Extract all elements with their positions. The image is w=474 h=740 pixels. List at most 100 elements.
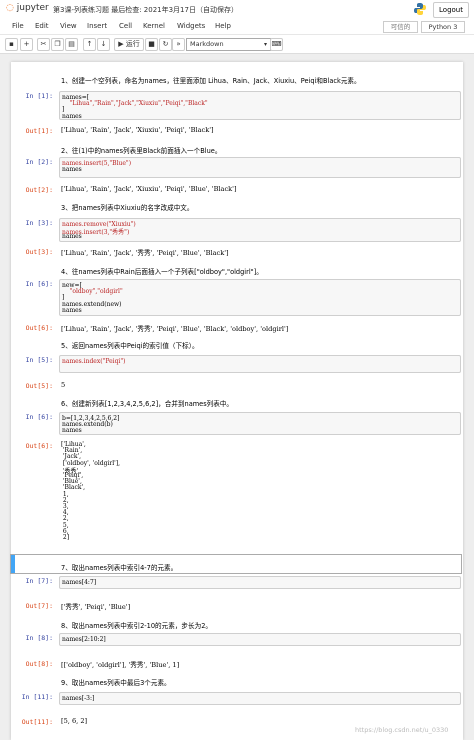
output-line: 2] <box>61 534 70 541</box>
watermark: https://blog.csdn.net/u_0330 <box>355 726 449 734</box>
input-prompt: In [7]: <box>25 577 53 585</box>
code-line: names[2:10:2] <box>62 636 106 643</box>
insert-cell-button[interactable]: + <box>20 38 33 51</box>
restart-run-all-button[interactable]: » <box>172 38 185 51</box>
stop-icon: ■ <box>148 40 155 48</box>
selected-cell-border[interactable] <box>10 554 462 574</box>
code-line: names <box>62 233 82 241</box>
output-prompt: Out[2]: <box>25 186 53 194</box>
markdown-cell[interactable]: 5、返回names列表中Peiqi的索引值（下标）。 <box>61 340 199 350</box>
move-up-button[interactable]: ↑ <box>83 38 96 51</box>
menu-kernel[interactable]: Kernel <box>143 22 165 30</box>
output-prompt: Out[3]: <box>25 248 53 256</box>
copy-icon: ❐ <box>54 40 61 48</box>
output-line: [['oldboy', 'oldgirl'], '秀秀', 'Blue', 1] <box>61 661 180 669</box>
output-prompt: Out[6]: <box>25 442 53 450</box>
logo-text: jupyter <box>16 3 49 13</box>
trusted-indicator[interactable]: 可信的 <box>383 21 418 33</box>
input-prompt: In [5]: <box>25 356 53 364</box>
move-down-button[interactable]: ↓ <box>97 38 110 51</box>
notebook-title[interactable]: 第3课-列表练习题 最后检查: 2021年3月17日（自动保存） <box>53 5 238 15</box>
notebook-header: ◌ jupyter 第3课-列表练习题 最后检查: 2021年3月17日（自动保… <box>0 0 474 19</box>
markdown-cell[interactable]: 2、往(1)中的names列表里Black前面插入一个Blue。 <box>61 145 221 155</box>
code-input[interactable]: names[2:10:2] <box>59 633 461 646</box>
code-input[interactable]: b=[1,2,3,4,2,5,6,2] names.extend(b) names <box>59 412 461 435</box>
code-line: names <box>62 306 82 314</box>
markdown-cell[interactable]: 1、创建一个空列表，命名为names，往里面添加 Lihua、Rain、Jack… <box>61 75 361 85</box>
keyboard-icon: ⌨ <box>271 40 282 48</box>
markdown-cell[interactable]: 6、创建新列表[1,2,3,4,2,5,6,2]，合并到names列表中。 <box>61 398 233 408</box>
toolbar: ▪ + ✂ ❐ ▤ ↑ ↓ ▶ 运行 ■ ↻ » Markdown ▾ ⌨ <box>0 35 474 54</box>
code-line: "oldboy","oldgirl" <box>62 288 123 296</box>
cut-button[interactable]: ✂ <box>37 38 50 51</box>
menu-insert[interactable]: Insert <box>87 22 107 30</box>
input-prompt: In [6]: <box>25 413 53 421</box>
menu-cell[interactable]: Cell <box>119 22 132 30</box>
chevron-down-icon: ▾ <box>263 41 267 48</box>
code-input[interactable]: names.insert(5,"Blue") names <box>59 157 461 178</box>
menubar: File Edit View Insert Cell Kernel Widget… <box>0 19 474 35</box>
command-palette-button[interactable]: ⌨ <box>270 38 283 51</box>
kernel-indicator[interactable]: Python 3 <box>421 21 465 33</box>
output-line: ['Lihua', 'Rain', 'Jack', '秀秀', 'Peiqi',… <box>61 249 229 257</box>
restart-button[interactable]: ↻ <box>159 38 172 51</box>
code-line: names <box>62 112 82 120</box>
markdown-cell[interactable]: 3、把names列表中Xiuxiu的名字改成中文。 <box>61 202 194 212</box>
code-input[interactable]: names[-3:] <box>59 692 461 705</box>
code-line: names[4:7] <box>62 579 97 586</box>
menu-edit[interactable]: Edit <box>35 22 49 30</box>
code-input[interactable]: names.index("Peiqi") <box>59 355 461 373</box>
markdown-cell[interactable]: 4、往names列表中Rain后面插入一个子列表["oldboy","oldgi… <box>61 266 263 276</box>
logout-button[interactable]: Logout <box>433 2 469 18</box>
code-input[interactable]: names.remove("Xiuxiu") names.insert(3,"秀秀… <box>59 218 461 242</box>
output-line: ['秀秀', 'Peiqi', 'Blue'] <box>61 603 131 611</box>
menu-help[interactable]: Help <box>215 22 231 30</box>
paste-icon: ▤ <box>68 40 75 48</box>
input-prompt: In [11]: <box>21 693 53 701</box>
markdown-cell[interactable]: 8、取出names列表中索引2-10的元素，步长为2。 <box>61 620 212 630</box>
interrupt-button[interactable]: ■ <box>145 38 158 51</box>
code-line: "Lihua","Rain","Jack","Xiuxiu","Peiqi","… <box>62 100 208 108</box>
menu-file[interactable]: File <box>12 22 24 30</box>
output-prompt: Out[8]: <box>25 660 53 668</box>
save-button[interactable]: ▪ <box>5 38 18 51</box>
code-line: names[-3:] <box>62 695 95 702</box>
input-prompt: In [2]: <box>25 158 53 166</box>
output-line: [5, 6, 2] <box>61 717 88 725</box>
arrow-up-icon: ↑ <box>86 40 93 48</box>
plus-icon: + <box>23 40 30 48</box>
input-prompt: In [1]: <box>25 92 53 100</box>
jupyter-logo[interactable]: ◌ jupyter <box>6 3 49 13</box>
output-prompt: Out[5]: <box>25 382 53 390</box>
save-icon: ▪ <box>9 40 14 48</box>
code-line: names <box>62 166 82 174</box>
output-line: 5 <box>61 381 66 389</box>
code-input[interactable]: new=[ "oldboy","oldgirl"] names.extend(ne… <box>59 279 461 316</box>
markdown-cell[interactable]: 9、取出names列表中最后3个元素。 <box>61 677 171 687</box>
copy-button[interactable]: ❐ <box>51 38 64 51</box>
input-prompt: In [8]: <box>25 634 53 642</box>
output-prompt: Out[6]: <box>25 324 53 332</box>
code-input[interactable]: names[4:7] <box>59 576 461 589</box>
input-prompt: In [6]: <box>25 280 53 288</box>
output-line: ['Lihua', 'Rain', 'Jack', 'Xiuxiu', 'Pei… <box>61 185 237 193</box>
code-line: names.index("Peiqi") <box>62 358 126 365</box>
paste-button[interactable]: ▤ <box>65 38 78 51</box>
run-button[interactable]: ▶ 运行 <box>114 38 144 51</box>
fast-forward-icon: » <box>176 40 181 48</box>
code-line: names <box>62 427 82 435</box>
output-prompt: Out[7]: <box>25 602 53 610</box>
menu-view[interactable]: View <box>60 22 77 30</box>
arrow-down-icon: ↓ <box>100 40 107 48</box>
output-prompt: Out[11]: <box>21 718 53 726</box>
output-line: ['Lihua', 'Rain', 'Jack', '秀秀', 'Peiqi',… <box>61 325 289 333</box>
cell-type-value: Markdown <box>190 40 224 48</box>
output-line: ['Lihua', 'Rain', 'Jack', 'Xiuxiu', 'Pei… <box>61 126 214 134</box>
code-input[interactable]: names=[ "Lihua","Rain","Jack","Xiuxiu","… <box>59 91 461 120</box>
python-logo-icon <box>414 3 426 15</box>
input-prompt: In [3]: <box>25 219 53 227</box>
scissors-icon: ✂ <box>40 40 47 48</box>
cell-type-select[interactable]: Markdown ▾ <box>186 38 271 51</box>
restart-icon: ↻ <box>162 40 169 48</box>
menu-widgets[interactable]: Widgets <box>177 22 205 30</box>
